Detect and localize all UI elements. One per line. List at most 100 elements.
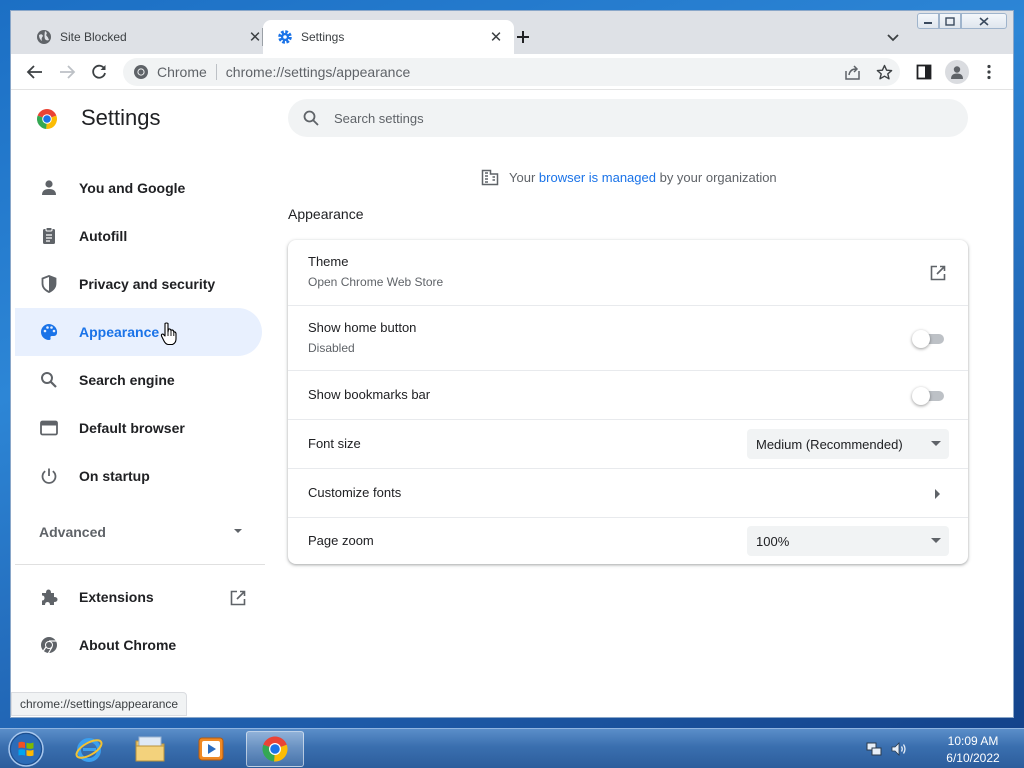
media-player-icon [198,737,224,761]
palette-icon [41,324,58,340]
side-panel-button[interactable] [914,62,934,82]
windows-taskbar: 10:09 AM 6/10/2022 [0,728,1024,768]
nav-privacy-and-security[interactable]: Privacy and security [15,260,262,308]
nav-extensions[interactable]: Extensions [15,573,255,621]
chevron-down-icon[interactable] [883,27,903,47]
minimize-icon [924,22,932,24]
tab-site-blocked[interactable]: Site Blocked ✕ [22,20,273,54]
toggle-knob [912,387,930,405]
chrome-icon [134,65,148,79]
clipboard-icon [43,227,55,244]
home-button-toggle[interactable] [912,330,946,348]
theme-row[interactable]: Theme Open Chrome Web Store [288,240,968,305]
window-close-button[interactable] [961,13,1007,29]
forward-button[interactable] [57,62,77,82]
url-text: chrome://settings/appearance [225,64,411,80]
window-minimize-button[interactable] [917,13,939,29]
chrome-icon [41,637,57,655]
tab-strip: Site Blocked ✕ Settings ✕ [11,11,1013,54]
taskbar-media-player[interactable] [182,731,240,767]
star-icon [876,64,892,79]
back-button[interactable] [25,62,45,82]
nav-label: On startup [79,468,150,484]
arrow-left-icon [26,65,42,79]
page-zoom-select[interactable]: 100% [747,526,949,556]
caret-down-icon [931,538,941,543]
nav-you-and-google[interactable]: You and Google [15,164,262,212]
tab-settings[interactable]: Settings ✕ [263,20,514,54]
caret-down-icon [931,441,941,446]
arrow-right-icon [60,65,76,79]
browser-window-icon [40,420,58,436]
volume-icon[interactable] [890,741,908,757]
share-button[interactable] [842,62,862,82]
taskbar-file-explorer[interactable] [121,731,179,767]
chrome-window: Site Blocked ✕ Settings ✕ Chrome chrome:… [10,10,1014,718]
power-icon [41,468,57,484]
nav-on-startup[interactable]: On startup [15,452,262,500]
home-button-row[interactable]: Show home button Disabled [288,305,968,370]
omnibox-divider [215,64,217,80]
nav-about-chrome[interactable]: About Chrome [15,621,255,669]
window-restore-button[interactable] [939,13,961,29]
nav-label: Appearance [79,324,160,340]
bookmarks-bar-label: Show bookmarks bar [308,387,431,402]
font-size-select[interactable]: Medium (Recommended) [747,429,949,459]
close-icon[interactable]: ✕ [486,27,506,47]
nav-divider [15,564,265,565]
caret-down-icon [234,529,242,533]
search-placeholder: Search settings [334,110,424,126]
profile-button[interactable] [945,60,969,84]
tab-title: Settings [301,30,345,44]
search-settings-input[interactable]: Search settings [288,99,968,137]
page-zoom-value: 100% [756,533,790,549]
theme-label: Theme [308,254,349,269]
bookmarks-bar-toggle[interactable] [912,387,946,405]
more-menu-button[interactable] [979,62,999,82]
nav-search-engine[interactable]: Search engine [15,356,262,404]
appearance-card: Theme Open Chrome Web Store Show home bu… [288,240,968,564]
nav-appearance[interactable]: Appearance [15,308,262,356]
clock-date[interactable]: 6/10/2022 [930,751,1016,765]
site-label: Chrome [157,64,207,80]
nav-advanced-toggle[interactable]: Advanced [39,517,249,547]
globe-icon [37,30,51,44]
bookmark-star-button[interactable] [874,62,894,82]
clock-time[interactable]: 10:09 AM [930,734,1016,748]
tab-title: Site Blocked [60,30,127,44]
browser-toolbar: Chrome chrome://settings/appearance [11,54,1013,90]
search-icon [41,372,57,388]
section-title: Appearance [288,206,364,222]
bookmarks-bar-row[interactable]: Show bookmarks bar [288,370,968,419]
chrome-icon [262,736,288,762]
nav-default-browser[interactable]: Default browser [15,404,262,452]
kebab-menu-icon [987,64,991,80]
font-size-row: Font size Medium (Recommended) [288,419,968,468]
page-title: Settings [81,105,161,130]
customize-fonts-row[interactable]: Customize fonts [288,468,968,517]
new-tab-button[interactable] [511,25,535,49]
search-icon [303,110,319,126]
person-icon [42,180,56,195]
address-bar[interactable]: Chrome chrome://settings/appearance [123,58,900,86]
theme-sublabel: Open Chrome Web Store [308,275,444,289]
settings-page: Settings Search settings You and Google … [11,91,1013,717]
managed-suffix: by your organization [659,169,777,185]
plus-icon [517,31,529,43]
nav-autofill[interactable]: Autofill [15,212,262,260]
open-in-new-icon[interactable] [229,589,247,607]
managed-link[interactable]: browser is managed [539,170,656,185]
nav-label: You and Google [79,180,186,196]
network-icon[interactable] [866,741,882,757]
customize-fonts-label: Customize fonts [308,485,402,500]
internet-explorer-icon [75,738,103,762]
nav-label: Privacy and security [79,276,216,292]
taskbar-chrome[interactable] [246,731,304,767]
start-button-icon[interactable] [7,730,45,768]
reload-button[interactable] [89,62,109,82]
page-zoom-row: Page zoom 100% [288,517,968,564]
file-explorer-icon [135,736,165,762]
toggle-knob [912,330,930,348]
open-in-new-icon[interactable] [929,264,947,282]
taskbar-internet-explorer[interactable] [60,731,118,767]
